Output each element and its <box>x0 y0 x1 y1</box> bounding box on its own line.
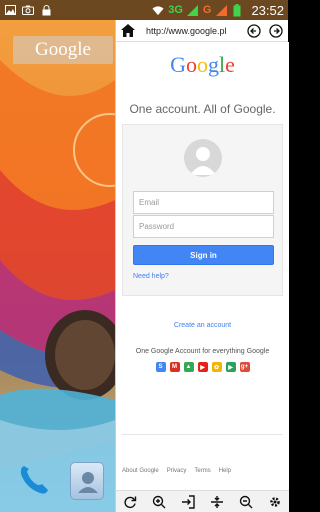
signin-card: Email Password Sign in Need help? <box>122 124 283 296</box>
browser-toolbar <box>116 490 289 512</box>
play-icon[interactable]: ▶ <box>225 362 236 372</box>
google-plus-red-icon[interactable]: g+ <box>239 362 250 372</box>
signal-bars-2-icon <box>215 4 227 16</box>
camera-icon <box>22 4 34 16</box>
logo-letter: e <box>225 52 235 77</box>
footer-links: About Google Privacy Terms Help <box>122 468 231 474</box>
google-search-widget[interactable]: Google <box>13 36 113 64</box>
forward-icon[interactable] <box>268 23 284 39</box>
url-field[interactable]: http://www.google.pl <box>146 26 240 36</box>
drive-icon[interactable]: ▲ <box>183 362 194 372</box>
refresh-icon[interactable] <box>122 494 138 510</box>
image-icon <box>4 4 16 16</box>
logo-letter: o <box>186 52 197 77</box>
tagline: One account. All of Google. <box>129 102 276 116</box>
back-icon[interactable] <box>246 23 262 39</box>
footer-link[interactable]: Help <box>219 468 231 474</box>
phone-app-icon[interactable] <box>16 462 52 498</box>
google-logo: Google <box>116 52 289 78</box>
logo-letter: o <box>197 52 208 77</box>
lock-icon <box>40 4 52 16</box>
create-account-link[interactable]: Create an account <box>116 322 289 329</box>
home-icon[interactable] <box>120 23 136 39</box>
clock: 23:52 <box>251 2 284 18</box>
signal-bars-icon <box>187 4 199 16</box>
sign-in-button[interactable]: Sign in <box>133 245 274 265</box>
footer-link[interactable]: Privacy <box>167 468 187 474</box>
product-icons: S M ▲ ▶ ✿ ▶ g+ <box>116 362 289 372</box>
settings-gear-icon[interactable] <box>267 494 283 510</box>
youtube-icon[interactable]: ▶ <box>197 362 208 372</box>
network-3g-label: 3G <box>168 4 183 16</box>
password-field[interactable]: Password <box>133 215 274 238</box>
wifi-icon <box>152 4 164 16</box>
web-page: Google One account. All of Google. Email… <box>116 42 289 490</box>
browser-panel: http://www.google.pl Google One account.… <box>115 20 289 512</box>
one-google-text: One Google Account for everything Google <box>135 348 270 355</box>
status-bar: 3G G 23:52 <box>0 0 288 20</box>
photos-icon[interactable]: ✿ <box>211 362 222 372</box>
zoom-out-icon[interactable] <box>238 494 254 510</box>
gmail-icon[interactable]: M <box>169 362 180 372</box>
fit-vertical-icon[interactable] <box>209 494 225 510</box>
google-plus-icon[interactable]: S <box>155 362 166 372</box>
footer-link[interactable]: Terms <box>194 468 210 474</box>
network-g-label: G <box>202 4 212 16</box>
zoom-in-icon[interactable] <box>151 494 167 510</box>
need-help-link[interactable]: Need help? <box>133 273 169 280</box>
logo-letter: G <box>170 52 186 77</box>
footer-divider <box>122 434 283 435</box>
battery-icon <box>231 3 243 16</box>
login-icon[interactable] <box>180 494 196 510</box>
contacts-app-icon[interactable] <box>70 462 104 500</box>
address-bar: http://www.google.pl <box>116 20 288 42</box>
logo-letter: g <box>208 52 219 77</box>
email-field[interactable]: Email <box>133 191 274 214</box>
footer-link[interactable]: About Google <box>122 468 159 474</box>
avatar <box>184 139 222 177</box>
